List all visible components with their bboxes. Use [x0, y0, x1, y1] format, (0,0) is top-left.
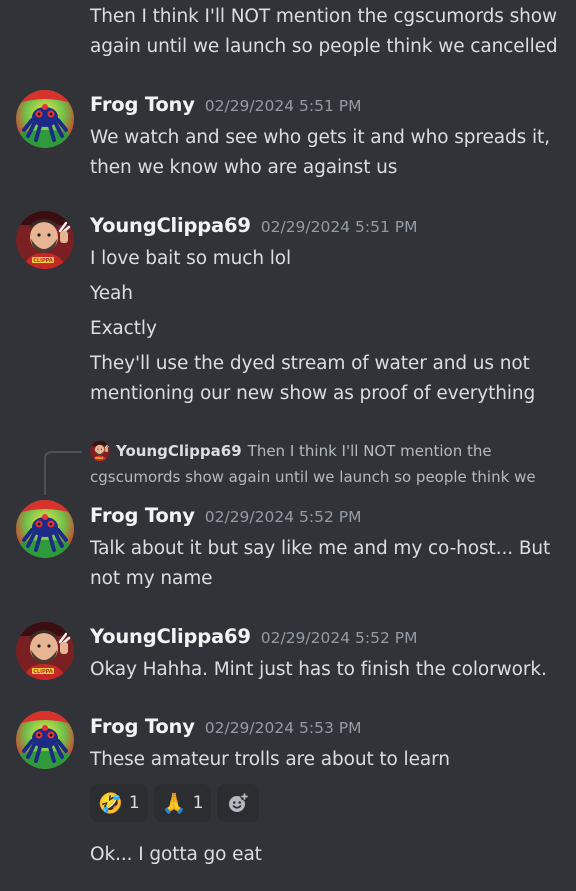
- reaction-pray[interactable]: 🙏 1: [153, 784, 212, 822]
- message-header: Frog Tony 02/29/2024 5:51 PM: [90, 93, 361, 123]
- reply-avatar: [90, 441, 110, 461]
- pray-emoji-icon: 🙏: [161, 791, 187, 815]
- message-line: Yeah: [90, 283, 133, 304]
- message-line: These amateur trolls are about to learn: [90, 749, 450, 770]
- rofl-emoji-icon: 🤣: [98, 791, 123, 815]
- avatar-frog-tony[interactable]: [16, 90, 74, 148]
- reply-text[interactable]: Then I think I'll NOT mention the: [248, 442, 492, 460]
- message-line: They'll use the dyed stream of water and…: [90, 353, 530, 374]
- avatar-frog-tony[interactable]: [16, 711, 74, 769]
- timestamp[interactable]: 02/29/2024 5:52 PM: [261, 629, 418, 647]
- reply-spine: [44, 451, 82, 495]
- message-header: YoungClippa69 02/29/2024 5:51 PM: [90, 214, 417, 244]
- avatar-youngclippa69[interactable]: [16, 622, 74, 680]
- timestamp[interactable]: 02/29/2024 5:53 PM: [205, 719, 362, 737]
- frog-avatar-image: [16, 500, 74, 558]
- reaction-count: 1: [192, 793, 204, 813]
- message-line: not my name: [90, 568, 213, 589]
- avatar-youngclippa69[interactable]: [16, 211, 74, 269]
- frog-avatar-image: [16, 90, 74, 148]
- timestamp[interactable]: 02/29/2024 5:51 PM: [205, 97, 362, 115]
- message-line: again until we launch so people think we…: [90, 36, 558, 57]
- author-name[interactable]: Frog Tony: [90, 504, 195, 527]
- message-header: YoungClippa69 02/29/2024 5:52 PM: [90, 625, 417, 655]
- author-name[interactable]: Frog Tony: [90, 715, 195, 738]
- add-reaction-icon: [229, 792, 250, 812]
- timestamp[interactable]: 02/29/2024 5:52 PM: [205, 508, 362, 526]
- reaction-count: 1: [128, 793, 140, 813]
- message-line: Talk about it but say like me and my co-…: [90, 538, 551, 559]
- clippa-avatar-image: [90, 441, 110, 461]
- message-line: I love bait so much lol: [90, 248, 292, 269]
- reply-text[interactable]: cgscumords show again until we launch so…: [90, 466, 536, 488]
- message-line: Exactly: [90, 318, 157, 339]
- message-line: mentioning our new show as proof of ever…: [90, 383, 536, 404]
- add-reaction-button[interactable]: [217, 784, 260, 822]
- message-line: Ok... I gotta go eat: [90, 844, 262, 865]
- message-line: We watch and see who gets it and who spr…: [90, 127, 550, 148]
- message-line: Then I think I'll NOT mention the cgscum…: [90, 6, 558, 27]
- reaction-bar: 🤣 1 🙏 1: [90, 784, 260, 822]
- reaction-rofl[interactable]: 🤣 1: [90, 784, 148, 822]
- avatar-frog-tony[interactable]: [16, 500, 74, 558]
- clippa-avatar-image: [16, 211, 74, 269]
- timestamp[interactable]: 02/29/2024 5:51 PM: [261, 218, 418, 236]
- chat-messages: Then I think I'll NOT mention the cgscum…: [0, 0, 576, 891]
- message-header: Frog Tony 02/29/2024 5:53 PM: [90, 715, 361, 745]
- author-name[interactable]: Frog Tony: [90, 93, 195, 116]
- message-header: Frog Tony 02/29/2024 5:52 PM: [90, 504, 361, 534]
- clippa-avatar-image: [16, 622, 74, 680]
- author-name[interactable]: YoungClippa69: [90, 625, 251, 648]
- message-line: Okay Hahha. Mint just has to finish the …: [90, 659, 547, 680]
- author-name[interactable]: YoungClippa69: [90, 214, 251, 237]
- reply-author[interactable]: YoungClippa69: [116, 442, 242, 460]
- message-line: then we know who are against us: [90, 157, 398, 178]
- frog-avatar-image: [16, 711, 74, 769]
- reply-reference[interactable]: YoungClippa69 Then I think I'll NOT ment…: [90, 440, 492, 462]
